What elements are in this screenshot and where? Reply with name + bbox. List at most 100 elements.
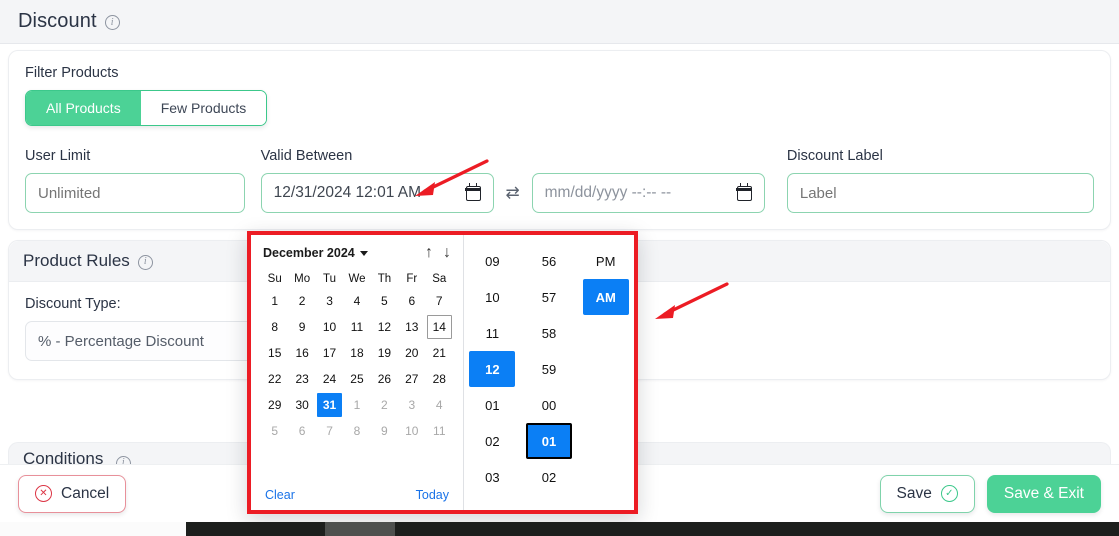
calendar-day-cell[interactable]: 8 xyxy=(343,418,370,444)
calendar-day-cell[interactable]: 27 xyxy=(398,366,425,392)
segment-few-products[interactable]: Few Products xyxy=(140,91,267,125)
calendar-day-cell[interactable]: 12 xyxy=(371,314,398,340)
calendar-day-30[interactable]: 30 xyxy=(290,393,315,417)
hour-option-11[interactable]: 11 xyxy=(469,315,515,351)
calendar-day-14[interactable]: 14 xyxy=(426,315,452,339)
calendar-day-cell[interactable]: 18 xyxy=(343,340,370,366)
minute-option-01[interactable]: 01 xyxy=(526,423,572,459)
calendar-day-cell[interactable]: 10 xyxy=(316,314,343,340)
calendar-day-3[interactable]: 3 xyxy=(317,289,342,313)
meridiem-column[interactable]: PM AM xyxy=(577,243,634,510)
calendar-day-6[interactable]: 6 xyxy=(290,419,315,443)
calendar-day-cell[interactable]: 9 xyxy=(371,418,398,444)
minute-option-02[interactable]: 02 xyxy=(526,459,572,495)
calendar-day-10[interactable]: 10 xyxy=(317,315,342,339)
calendar-day-23[interactable]: 23 xyxy=(290,367,315,391)
calendar-day-31[interactable]: 31 xyxy=(317,393,343,417)
calendar-day-cell[interactable]: 25 xyxy=(343,366,370,392)
calendar-day-24[interactable]: 24 xyxy=(317,367,342,391)
calendar-day-27[interactable]: 27 xyxy=(399,367,424,391)
calendar-day-cell[interactable]: 5 xyxy=(371,288,398,314)
calendar-day-cell[interactable]: 11 xyxy=(426,418,453,444)
info-icon[interactable]: i xyxy=(104,15,120,30)
calendar-day-cell[interactable]: 31 xyxy=(316,392,343,418)
calendar-day-21[interactable]: 21 xyxy=(427,341,452,365)
calendar-day-cell[interactable]: 20 xyxy=(398,340,425,366)
valid-to-datetime-input[interactable]: mm/dd/yyyy --:-- -- xyxy=(531,173,765,213)
calendar-day-cell[interactable]: 2 xyxy=(371,392,398,418)
calendar-day-5[interactable]: 5 xyxy=(262,419,287,443)
calendar-day-17[interactable]: 17 xyxy=(317,341,342,365)
calendar-day-4[interactable]: 4 xyxy=(427,393,452,417)
minute-option-00[interactable]: 00 xyxy=(526,387,572,423)
calendar-day-8[interactable]: 8 xyxy=(344,419,369,443)
calendar-day-cell[interactable]: 1 xyxy=(343,392,370,418)
hour-option-12[interactable]: 12 xyxy=(469,351,516,387)
calendar-day-cell[interactable]: 7 xyxy=(426,288,453,314)
calendar-day-cell[interactable]: 23 xyxy=(288,366,315,392)
calendar-clear-button[interactable]: Clear xyxy=(265,488,295,502)
discount-label-input[interactable] xyxy=(786,173,1094,213)
calendar-day-9[interactable]: 9 xyxy=(290,315,315,339)
hour-option-02[interactable]: 02 xyxy=(469,423,515,459)
calendar-day-25[interactable]: 25 xyxy=(344,367,369,391)
calendar-day-cell[interactable]: 16 xyxy=(288,340,315,366)
calendar-day-cell[interactable]: 29 xyxy=(261,392,288,418)
segment-all-products[interactable]: All Products xyxy=(26,91,141,125)
calendar-day-22[interactable]: 22 xyxy=(262,367,287,391)
hour-column[interactable]: 09 10 11 12 01 02 03 xyxy=(464,243,521,510)
calendar-day-5[interactable]: 5 xyxy=(372,289,397,313)
calendar-day-26[interactable]: 26 xyxy=(372,367,397,391)
calendar-day-8[interactable]: 8 xyxy=(262,315,287,339)
calendar-day-11[interactable]: 11 xyxy=(427,419,452,443)
save-and-exit-button[interactable]: Save & Exit xyxy=(986,474,1101,513)
hour-option-03[interactable]: 03 xyxy=(469,459,515,495)
calendar-day-2[interactable]: 2 xyxy=(372,393,397,417)
calendar-day-18[interactable]: 18 xyxy=(344,341,369,365)
calendar-day-cell[interactable]: 3 xyxy=(316,288,343,314)
calendar-day-28[interactable]: 28 xyxy=(427,367,452,391)
swap-arrows-icon[interactable]: ⇄ xyxy=(494,183,532,203)
calendar-day-1[interactable]: 1 xyxy=(262,289,287,313)
calendar-day-16[interactable]: 16 xyxy=(290,341,315,365)
arrow-up-icon[interactable]: ↑ xyxy=(425,245,433,261)
filter-products-segmented-control[interactable]: All Products Few Products xyxy=(25,90,268,126)
calendar-day-cell[interactable]: 28 xyxy=(426,366,453,392)
calendar-day-cell[interactable]: 9 xyxy=(288,314,315,340)
calendar-day-4[interactable]: 4 xyxy=(344,289,369,313)
arrow-down-icon[interactable]: ↓ xyxy=(443,245,451,261)
calendar-day-cell[interactable]: 4 xyxy=(343,288,370,314)
calendar-day-3[interactable]: 3 xyxy=(399,393,424,417)
user-limit-input[interactable] xyxy=(25,173,245,213)
meridiem-option-pm[interactable]: PM xyxy=(583,243,629,279)
calendar-day-cell[interactable]: 24 xyxy=(316,366,343,392)
calendar-day-cell[interactable]: 6 xyxy=(288,418,315,444)
hour-option-10[interactable]: 10 xyxy=(469,279,515,315)
discount-type-select[interactable]: % - Percentage Discount xyxy=(25,321,269,361)
calendar-day-cell[interactable]: 10 xyxy=(398,418,425,444)
calendar-day-cell[interactable]: 14 xyxy=(426,314,453,340)
hour-option-01[interactable]: 01 xyxy=(469,387,515,423)
calendar-day-cell[interactable]: 4 xyxy=(426,392,453,418)
calendar-day-cell[interactable]: 15 xyxy=(261,340,288,366)
minute-option-56[interactable]: 56 xyxy=(526,243,572,279)
info-icon[interactable]: i xyxy=(137,254,153,270)
calendar-day-cell[interactable]: 5 xyxy=(261,418,288,444)
calendar-day-15[interactable]: 15 xyxy=(262,341,287,365)
calendar-day-12[interactable]: 12 xyxy=(372,315,397,339)
minute-option-59[interactable]: 59 xyxy=(526,351,572,387)
calendar-day-cell[interactable]: 17 xyxy=(316,340,343,366)
calendar-today-button[interactable]: Today xyxy=(416,488,449,502)
calendar-day-cell[interactable]: 6 xyxy=(398,288,425,314)
calendar-day-cell[interactable]: 8 xyxy=(261,314,288,340)
calendar-day-19[interactable]: 19 xyxy=(372,341,397,365)
calendar-icon[interactable] xyxy=(465,182,482,201)
calendar-day-cell[interactable]: 3 xyxy=(398,392,425,418)
calendar-day-10[interactable]: 10 xyxy=(399,419,424,443)
calendar-day-6[interactable]: 6 xyxy=(399,289,424,313)
calendar-day-cell[interactable]: 19 xyxy=(371,340,398,366)
calendar-day-cell[interactable]: 11 xyxy=(343,314,370,340)
minute-option-58[interactable]: 58 xyxy=(526,315,572,351)
calendar-day-cell[interactable]: 30 xyxy=(288,392,315,418)
calendar-day-cell[interactable]: 26 xyxy=(371,366,398,392)
